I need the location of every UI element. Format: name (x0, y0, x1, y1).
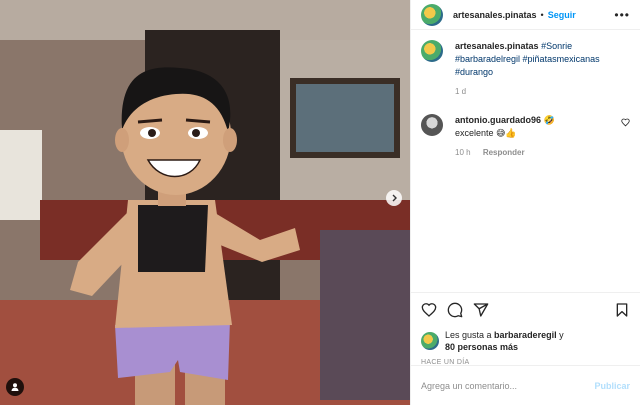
like-icon[interactable] (421, 302, 437, 318)
chevron-right-icon (392, 194, 397, 202)
likes-text: Les gusta a barbaraderegil y 80 personas… (445, 329, 564, 353)
likes-prefix: Les gusta a (445, 330, 495, 340)
follow-button[interactable]: Seguir (548, 10, 576, 20)
likes-summary: Les gusta a barbaraderegil y 80 personas… (421, 329, 630, 353)
reply-button[interactable]: Responder (483, 148, 525, 157)
heart-icon[interactable] (621, 118, 630, 127)
comment-meta: 10 h Responder (455, 146, 613, 159)
comments-section: artesanales.pinatas #Sonrie #barbaradelr… (411, 30, 640, 292)
comment-time[interactable]: 10 h (455, 148, 471, 157)
comment-item: antonio.guardado96 🤣 excelente 😅👍 10 h R… (421, 114, 630, 159)
bookmark-icon[interactable] (614, 302, 630, 318)
author-avatar[interactable] (421, 3, 443, 26)
pinata-photo (0, 0, 410, 405)
caption-author-avatar[interactable] (421, 40, 443, 62)
commenter-username[interactable]: antonio.guardado96 (455, 115, 541, 125)
caption-time[interactable]: 1 d (455, 87, 466, 96)
caption-meta: 1 d (455, 85, 630, 98)
comment-body: antonio.guardado96 🤣 excelente 😅👍 10 h R… (455, 114, 613, 159)
comment-emoji: 🤣 (543, 115, 555, 125)
commenter-avatar[interactable] (421, 114, 443, 136)
likes-joiner: y (556, 330, 564, 340)
author-username[interactable]: artesanales.pinatas (453, 10, 537, 20)
publish-button[interactable]: Publicar (594, 381, 630, 391)
caption-body: artesanales.pinatas #Sonrie #barbaradelr… (455, 40, 630, 98)
tagged-users-button[interactable] (6, 378, 24, 396)
liker-username[interactable]: barbaraderegil (494, 330, 557, 340)
post-actions: Les gusta a barbaraderegil y 80 personas… (411, 292, 640, 366)
share-icon[interactable] (473, 302, 489, 318)
comment-text: excelente 😅👍 (455, 128, 517, 138)
post-header: artesanales.pinatas • Seguir ••• (411, 0, 640, 30)
caption-username[interactable]: artesanales.pinatas (455, 41, 539, 51)
add-comment-bar: Publicar (411, 365, 640, 405)
liker-avatar[interactable] (421, 332, 439, 350)
next-photo-button[interactable] (386, 190, 402, 206)
comment-icon[interactable] (447, 302, 463, 318)
header-separator: • (540, 9, 544, 20)
post-photo[interactable] (0, 0, 410, 405)
user-tag-icon (11, 383, 19, 391)
action-icons (421, 299, 630, 321)
likes-others[interactable]: 80 personas más (445, 342, 518, 352)
caption: artesanales.pinatas #Sonrie #barbaradelr… (421, 40, 630, 98)
more-icon[interactable]: ••• (614, 8, 630, 22)
comment-input[interactable] (421, 380, 595, 391)
post-side-panel: artesanales.pinatas • Seguir ••• artesan… (410, 0, 640, 405)
